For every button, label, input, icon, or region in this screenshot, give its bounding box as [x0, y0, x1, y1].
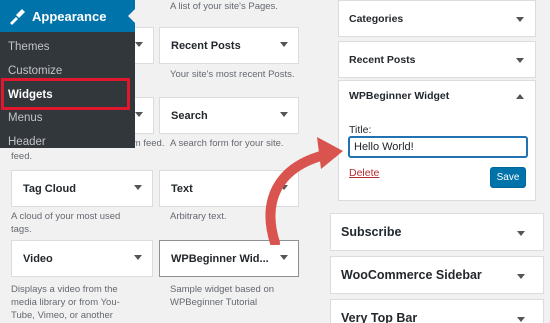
- chevron-down-icon[interactable]: [280, 255, 288, 260]
- widget-title: Recent Posts: [171, 39, 241, 52]
- widget-title: Categories: [349, 12, 404, 25]
- menu-item-themes[interactable]: Themes: [8, 41, 50, 53]
- annotation-arrow-icon: [265, 137, 343, 245]
- chevron-down-icon[interactable]: [517, 274, 525, 279]
- widget-title: Text: [171, 182, 193, 195]
- chevron-down-icon[interactable]: [516, 57, 524, 63]
- menu-section-title: Appearance: [32, 8, 107, 24]
- widget-desc: A cloud of your most used: [11, 211, 121, 222]
- chevron-up-icon[interactable]: [516, 93, 524, 99]
- paintbrush-icon: [10, 9, 25, 25]
- widget-title: Recent Posts: [349, 53, 416, 66]
- widget-tag-cloud[interactable]: Tag Cloud: [11, 170, 153, 207]
- highlight-box: [1, 78, 130, 110]
- chevron-down-icon[interactable]: [517, 317, 525, 322]
- menu-item-customize[interactable]: Customize: [8, 65, 62, 77]
- sidebar-widget-recent-posts[interactable]: Recent Posts: [338, 41, 536, 78]
- widget-area-very-top-bar[interactable]: Very Top Bar: [330, 299, 544, 323]
- chevron-down-icon: [135, 112, 143, 117]
- title-input[interactable]: [348, 136, 528, 158]
- widget-desc: Sample widget based on: [170, 284, 275, 295]
- widget-area-woocommerce[interactable]: WooCommerce Sidebar: [330, 256, 544, 294]
- save-button[interactable]: Save: [490, 167, 526, 188]
- menu-item-header[interactable]: Header: [8, 136, 46, 148]
- widget-area-subscribe[interactable]: Subscribe: [330, 213, 544, 251]
- chevron-down-icon[interactable]: [517, 231, 525, 236]
- widget-desc: Displays a video from the: [11, 284, 118, 295]
- widget-title: WPBeginner Wid...: [171, 252, 269, 265]
- admin-menu: Appearance Themes Customize Widgets Menu…: [0, 0, 135, 148]
- widget-area-title: Subscribe: [341, 225, 402, 239]
- widget-title: Video: [23, 252, 53, 265]
- chevron-down-icon[interactable]: [134, 255, 142, 260]
- widget-desc: WPBeginner Tutorial: [170, 297, 258, 308]
- widget-settings-panel: Title: Delete Save: [338, 110, 536, 201]
- chevron-down-icon[interactable]: [280, 112, 288, 117]
- chevron-down-icon[interactable]: [280, 42, 288, 47]
- widget-title: Tag Cloud: [23, 182, 76, 195]
- widget-desc: Your site's most recent Posts.: [170, 69, 295, 80]
- menu-appearance[interactable]: Appearance: [0, 0, 135, 32]
- widget-title: Search: [171, 109, 208, 122]
- sidebar-widget-wpbeginner[interactable]: WPBeginner Widget: [338, 80, 536, 111]
- chevron-down-icon: [135, 42, 143, 47]
- widget-recent-posts[interactable]: Recent Posts: [159, 27, 299, 64]
- widget-wpbeginner[interactable]: WPBeginner Wid...: [159, 240, 299, 277]
- delete-link[interactable]: Delete: [349, 167, 379, 179]
- sidebar-widget-categories[interactable]: Categories: [338, 0, 536, 37]
- widget-desc: Tube, Vimeo, or another: [11, 310, 113, 321]
- chevron-down-icon[interactable]: [516, 16, 524, 22]
- active-menu-notch: [128, 9, 135, 23]
- widget-desc: media library or from You-: [11, 297, 120, 308]
- title-label: Title:: [349, 124, 372, 136]
- chevron-down-icon[interactable]: [134, 185, 142, 190]
- pages-widget-desc: A list of your site's Pages.: [170, 1, 278, 12]
- widget-search[interactable]: Search: [159, 97, 299, 134]
- widget-desc: feed.: [11, 151, 33, 162]
- widget-title: WPBeginner Widget: [349, 89, 450, 102]
- widget-desc: tags.: [11, 224, 32, 235]
- widget-desc: Arbitrary text.: [170, 211, 227, 222]
- widget-area-title: Very Top Bar: [341, 311, 418, 323]
- widget-video[interactable]: Video: [11, 240, 153, 277]
- widget-area-title: WooCommerce Sidebar: [341, 268, 482, 282]
- menu-item-menus[interactable]: Menus: [8, 112, 43, 124]
